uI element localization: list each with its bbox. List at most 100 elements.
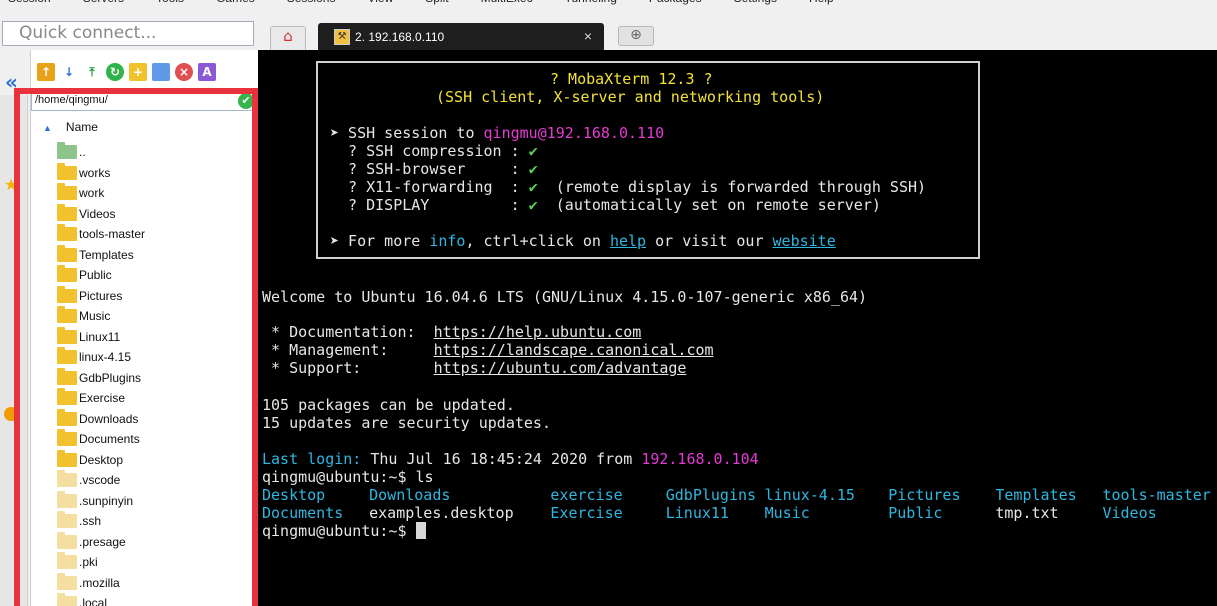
website-link[interactable]: website [773, 232, 836, 250]
file-list-item[interactable]: Pictures [57, 285, 247, 307]
menu-tunneling[interactable]: Tunneling [565, 0, 617, 9]
last-login-line: Last login: Thu Jul 16 18:45:24 2020 fro… [262, 450, 759, 468]
menu-tools[interactable]: Tools [156, 0, 184, 9]
folder-icon [57, 429, 77, 447]
new-tab-button[interactable]: ⊕ [618, 26, 654, 46]
file-list-item[interactable]: .. [57, 142, 247, 163]
file-list-item[interactable]: Documents [57, 429, 247, 450]
sftp-path-field[interactable]: /home/qingmu/ ✔ [31, 90, 259, 111]
file-name: .local [79, 596, 108, 606]
support-link[interactable]: https://ubuntu.com/advantage [434, 359, 687, 377]
file-list-item[interactable]: Downloads [57, 408, 247, 430]
menu-sessions[interactable]: Sessions [287, 0, 336, 9]
refresh-icon[interactable]: ↻ [106, 63, 124, 81]
file-list-item[interactable]: linux-4.15 [57, 347, 247, 368]
folder-icon [57, 326, 77, 344]
file-list-item[interactable]: tools-master [57, 224, 247, 245]
file-list-item[interactable]: works [57, 162, 247, 184]
file-list-item[interactable]: Templates [57, 244, 247, 266]
file-list-item[interactable]: Music [57, 306, 247, 327]
download-icon[interactable]: ↓ [60, 63, 78, 81]
file-list-item[interactable]: Public [57, 265, 247, 286]
file-list-item[interactable]: Videos [57, 203, 247, 225]
file-list-item[interactable]: Desktop [57, 449, 247, 471]
delete-icon[interactable]: × [175, 63, 193, 81]
new-folder-icon[interactable]: + [129, 63, 147, 81]
folder-icon [57, 552, 77, 570]
upload-icon[interactable]: ⤒ [83, 63, 101, 81]
menu-settings[interactable]: Settings [734, 0, 777, 9]
info-link[interactable]: info [429, 232, 465, 250]
more-info-line: ➤ For more info, ctrl+click on help or v… [330, 232, 836, 250]
menu-multiexec[interactable]: MultiExec [481, 0, 533, 9]
home-icon: ⌂ [283, 27, 293, 45]
management-link[interactable]: https://landscape.canonical.com [434, 341, 714, 359]
rename-icon[interactable]: A [198, 63, 216, 81]
file-list-item[interactable]: .presage [57, 531, 247, 553]
collapse-sidebar-icon[interactable]: « [5, 70, 18, 94]
file-name: Pictures [79, 288, 123, 303]
file-list-item[interactable]: work [57, 183, 247, 204]
file-name: Desktop [79, 452, 124, 467]
file-name: .. [79, 145, 86, 160]
folder-icon [57, 593, 77, 606]
documentation-link[interactable]: https://help.ubuntu.com [434, 323, 642, 341]
file-list-item[interactable]: Exercise [57, 388, 247, 409]
ssh-session-tab[interactable]: ⚒ 2. 192.168.0.110 × [318, 23, 604, 50]
file-list-item[interactable]: .local [57, 593, 247, 606]
menu-view[interactable]: View [367, 0, 393, 9]
folder-icon [57, 449, 77, 467]
banner-subtitle: (SSH client, X-server and networking too… [436, 88, 825, 106]
file-list-item[interactable]: .ssh [57, 511, 247, 532]
menu-packages[interactable]: Packages [649, 0, 702, 9]
ls-entry: Desktop [262, 486, 326, 504]
file-list-item[interactable]: .sunpinyin [57, 490, 247, 512]
file-name: .ssh [79, 514, 102, 529]
home-tab[interactable]: ⌂ [270, 26, 306, 50]
file-list-item[interactable]: Linux11 [57, 326, 247, 348]
ls-entry: Public [888, 504, 943, 522]
parent-folder-icon[interactable]: ↑ [37, 63, 55, 81]
ssh-tab-label: 2. 192.168.0.110 [355, 29, 445, 44]
file-list-item[interactable]: GdbPlugins [57, 367, 247, 389]
quick-connect-input[interactable]: Quick connect... [2, 21, 254, 46]
star-icon[interactable]: ★ [4, 175, 18, 194]
folder-icon [57, 408, 77, 426]
terminal-area[interactable]: ? MobaXterm 12.3 ? (SSH client, X-server… [258, 50, 1217, 606]
file-name: linux-4.15 [79, 350, 132, 365]
display-line: ? DISPLAY : ✔ (automatically set on remo… [330, 196, 881, 214]
new-file-icon[interactable] [152, 63, 170, 81]
management-line: * Management: https://landscape.canonica… [262, 341, 714, 359]
sftp-file-list: .. works work Videos tools-master Templates Pu… [57, 142, 247, 606]
menu-session[interactable]: Session [8, 0, 51, 9]
prompt-line: qingmu@ubuntu:~$ [262, 522, 426, 540]
sort-ascending-icon: ▲ [43, 123, 52, 133]
name-column-header[interactable]: ▲ Name [43, 120, 98, 134]
file-name: .mozilla [79, 575, 120, 590]
file-name: Videos [79, 206, 116, 221]
menu-split[interactable]: Split [425, 0, 448, 9]
ls-entry: Linux11 [665, 504, 729, 522]
file-name: GdbPlugins [79, 370, 142, 385]
ls-entry: tools-master [1102, 486, 1211, 504]
folder-icon [57, 306, 77, 324]
file-list-item[interactable]: .pki [57, 552, 247, 573]
file-list-item[interactable]: .vscode [57, 470, 247, 491]
menu-games[interactable]: Games [216, 0, 255, 9]
file-name: Linux11 [79, 329, 121, 344]
terminal-cursor [415, 522, 426, 539]
folder-icon [57, 183, 77, 201]
sftp-toolbar: ↑ ↓ ⤒ ↻ + × A [31, 58, 259, 86]
file-name: Music [79, 309, 111, 324]
file-name: tools-master [79, 227, 146, 242]
close-tab-icon[interactable]: × [584, 28, 592, 44]
menu-help[interactable]: Help [809, 0, 834, 9]
help-link[interactable]: help [610, 232, 646, 250]
menu-servers[interactable]: Servers [83, 0, 124, 9]
ssh-compression-line: ? SSH compression : ✔ [330, 142, 538, 160]
file-name: .vscode [79, 473, 121, 488]
sidebar-status-icon[interactable] [4, 407, 18, 421]
file-list-item[interactable]: .mozilla [57, 572, 247, 594]
follow-terminal-folder-icon[interactable]: ✔ [238, 93, 254, 109]
ls-entry: GdbPlugins [665, 486, 757, 504]
